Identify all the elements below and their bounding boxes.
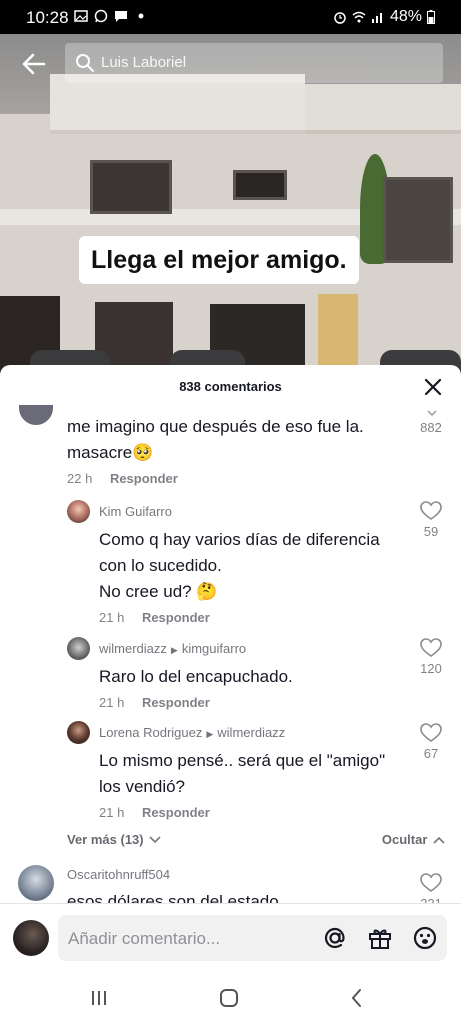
reply-arrow-icon: ▶ [206, 729, 214, 739]
emoji-icon[interactable] [412, 925, 438, 951]
gift-icon[interactable] [367, 925, 393, 951]
reply-button[interactable]: Responder [142, 805, 210, 820]
dot-icon [138, 13, 144, 19]
comment-time: 22 h [67, 471, 93, 486]
status-time: 10:28 [26, 8, 69, 27]
like-button[interactable] [420, 638, 442, 663]
status-right: 48% [333, 8, 435, 26]
avatar[interactable] [67, 721, 90, 744]
comment-input-bar: Añadir comentario... [0, 903, 461, 975]
battery-icon [427, 10, 435, 24]
comment-username[interactable]: Kim Guifarro [99, 504, 172, 519]
system-nav-bar [0, 975, 461, 1024]
wifi-icon [352, 11, 366, 23]
like-count: 67 [423, 746, 439, 761]
like-button[interactable] [420, 501, 442, 526]
video-caption: Llega el mejor amigo. [79, 236, 359, 284]
like-button[interactable] [420, 723, 442, 748]
signal-icon [371, 13, 382, 23]
avatar[interactable] [19, 405, 53, 425]
comment-text: me imagino que después de eso fue la. ma… [67, 417, 364, 462]
status-bar: 10:28 48% [0, 0, 461, 34]
like-count: 59 [423, 524, 439, 539]
whatsapp-icon [94, 9, 108, 23]
home-icon[interactable] [218, 987, 240, 1009]
chevron-up-icon [433, 836, 445, 844]
comment-text: Raro lo del encapuchado. [99, 667, 293, 686]
comment-text: Como q hay varios días de diferencia con… [99, 530, 380, 601]
avatar[interactable] [18, 865, 54, 901]
comment-username[interactable]: wilmerdiazz ▶ kimguifarro [99, 641, 246, 656]
comment-time: 21 h [99, 805, 125, 820]
crying-emoji-icon: 🥺 [132, 443, 154, 462]
thinking-emoji-icon: 🤔 [196, 582, 218, 601]
comment-meta: 21 h Responder [99, 805, 210, 820]
user-avatar [13, 920, 49, 956]
search-icon [76, 54, 94, 72]
mention-icon[interactable] [322, 925, 348, 951]
like-button[interactable] [420, 873, 442, 898]
heart-icon [420, 723, 442, 742]
comment-input-placeholder: Añadir comentario... [68, 929, 221, 948]
reply-arrow-icon: ▶ [170, 645, 178, 655]
comment-input[interactable]: Añadir comentario... [58, 915, 447, 961]
reply-button[interactable]: Responder [110, 471, 178, 486]
comment-time: 21 h [99, 610, 125, 625]
search-query: Luis Laboriel [101, 54, 187, 71]
chevron-down-icon [427, 410, 437, 417]
comment-text: Lo mismo pensé.. será que el "amigo" los… [99, 751, 386, 796]
battery-percent: 48% [389, 8, 422, 25]
search-bar[interactable]: Luis Laboriel [65, 43, 443, 83]
reply-button[interactable]: Responder [142, 610, 210, 625]
close-icon[interactable] [423, 377, 443, 397]
recent-apps-icon[interactable] [88, 987, 110, 1009]
message-icon [115, 11, 127, 22]
back-icon[interactable] [346, 987, 368, 1009]
comment-time: 21 h [99, 695, 125, 710]
gallery-icon [74, 10, 88, 22]
like-count: 120 [420, 661, 442, 676]
reply-button[interactable]: Responder [142, 695, 210, 710]
sheet-header: 838 comentarios [0, 365, 461, 410]
comment-meta: 21 h Responder [99, 610, 210, 625]
like-count: 882 [420, 420, 442, 435]
hide-replies-button[interactable]: Ocultar [382, 832, 445, 847]
comment-meta: 21 h Responder [99, 695, 210, 710]
comment-username[interactable]: Lorena Rodriguez ▶ wilmerdiazz [99, 725, 285, 740]
heart-icon [420, 501, 442, 520]
heart-icon [420, 638, 442, 657]
comments-count-title: 838 comentarios [179, 379, 282, 394]
back-arrow-icon[interactable] [20, 50, 48, 78]
chevron-down-icon [149, 836, 161, 844]
view-more-replies-button[interactable]: Ver más (13) [67, 832, 161, 847]
notification-icons [74, 9, 148, 23]
comment-username[interactable]: Oscaritohnruff504 [67, 867, 170, 882]
comment-meta: 22 h Responder [67, 471, 178, 486]
heart-icon [420, 873, 442, 892]
avatar[interactable] [67, 500, 90, 523]
alarm-icon [334, 12, 346, 24]
avatar[interactable] [67, 637, 90, 660]
video-player[interactable]: Luis Laboriel Llega el mejor amigo. [0, 34, 461, 374]
